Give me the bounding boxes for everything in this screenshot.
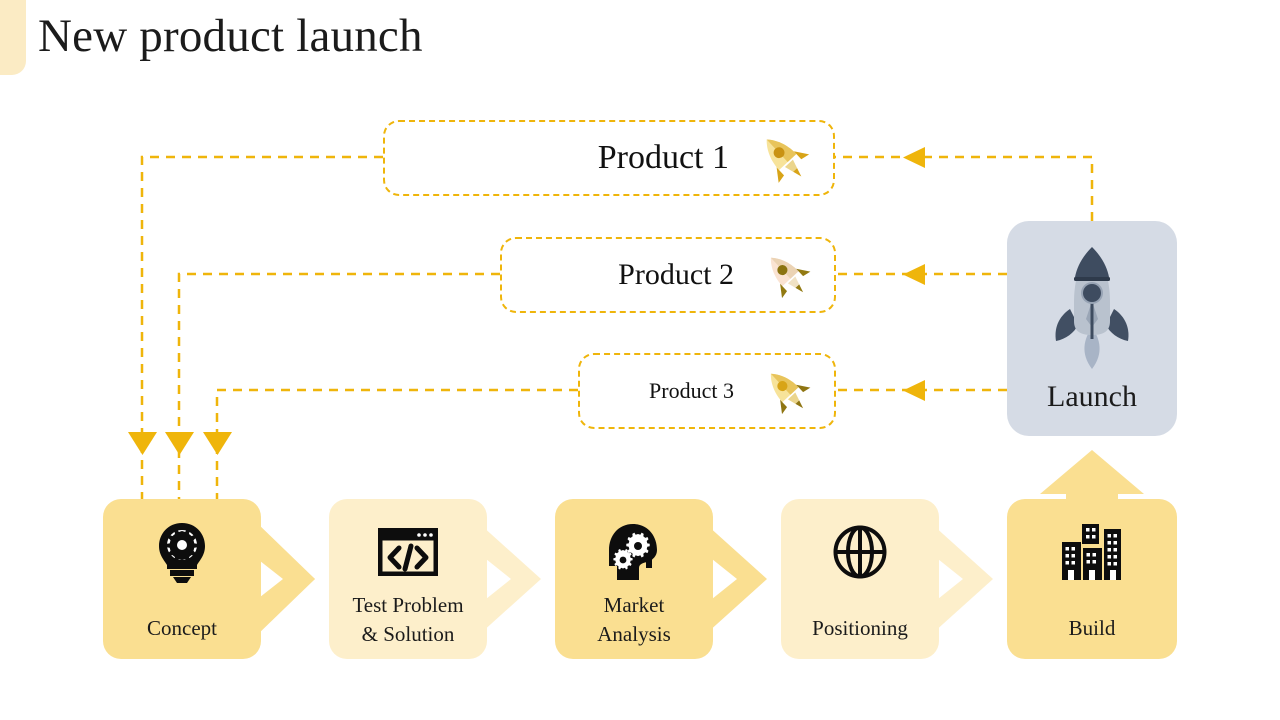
rocket-icon <box>770 373 811 415</box>
flow-label-market: Market Analysis <box>597 593 671 646</box>
wire-product2-to-concept <box>177 272 500 500</box>
buildings-icon <box>1007 521 1177 583</box>
arrowhead-left-product2 <box>903 264 925 285</box>
launch-label: Launch <box>1047 380 1137 413</box>
flow-label-test: Test Problem & Solution <box>352 593 464 646</box>
flow-card-build[interactable]: Build <box>1007 499 1177 659</box>
launch-panel[interactable]: Launch <box>1007 221 1177 436</box>
globe-icon <box>781 521 939 583</box>
flow-connector-1 <box>255 521 315 637</box>
arrowhead-down-concept-2 <box>165 432 194 455</box>
rocket-illustration-icon <box>1055 247 1129 369</box>
product-2-box[interactable]: Product 2 <box>500 237 836 313</box>
flow-connector-4 <box>933 525 993 633</box>
slide-canvas: New product launch .dl{fill:none;stroke:… <box>0 0 1280 720</box>
flow-label-positioning: Positioning <box>812 616 908 640</box>
flow-connector-2 <box>481 525 541 633</box>
wire-product3-to-concept <box>215 388 578 500</box>
flow-card-test[interactable]: Test Problem & Solution <box>329 499 487 659</box>
product-2-label: Product 2 <box>618 258 734 291</box>
product-3-box[interactable]: Product 3 <box>578 353 836 429</box>
arrowhead-left-product1 <box>903 147 925 168</box>
wire-launch-to-product1 <box>835 155 1094 221</box>
flow-label-concept: Concept <box>147 616 217 640</box>
flow-connector-3 <box>707 525 767 633</box>
arrowhead-down-concept-1 <box>128 432 157 455</box>
arrowhead-left-product3 <box>903 380 925 401</box>
product-1-box[interactable]: Product 1 <box>383 120 835 196</box>
head-gears-icon <box>555 521 713 583</box>
product-3-label: Product 3 <box>649 378 734 403</box>
lightbulb-gear-icon <box>103 521 261 583</box>
rocket-icon <box>770 257 811 299</box>
product-1-label: Product 1 <box>597 139 729 176</box>
flow-card-market[interactable]: Market Analysis <box>555 499 713 659</box>
flow-card-positioning[interactable]: Positioning <box>781 499 939 659</box>
arrowhead-down-concept-3 <box>203 432 232 455</box>
code-window-icon <box>329 521 487 583</box>
flow-label-build: Build <box>1068 616 1116 640</box>
rocket-icon <box>766 139 810 183</box>
flow-card-concept[interactable]: Concept <box>103 499 261 659</box>
